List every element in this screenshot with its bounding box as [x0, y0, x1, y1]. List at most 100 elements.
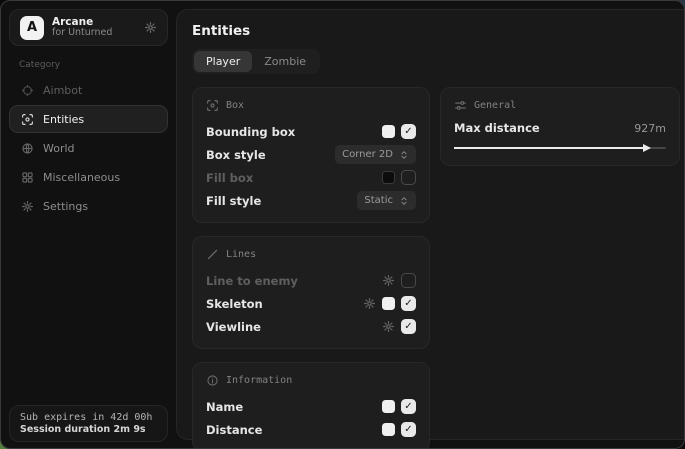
setting-label: Fill style: [206, 194, 261, 208]
checkbox[interactable]: [401, 170, 416, 185]
selected-value: Static: [364, 195, 393, 206]
setting-label: Line to enemy: [206, 274, 298, 288]
checkbox[interactable]: ✓: [401, 319, 416, 334]
information-section-header: Information: [206, 374, 416, 387]
tab-player[interactable]: Player: [194, 51, 252, 72]
app-logo: A: [20, 16, 44, 40]
scan-icon: [21, 113, 34, 126]
check-icon: ✓: [404, 299, 412, 309]
gear-icon[interactable]: [382, 274, 395, 287]
row-controls: [382, 273, 416, 288]
app-subtitle: for Unturned: [52, 28, 136, 39]
tab-zombie[interactable]: Zombie: [252, 51, 318, 72]
setting-row-max-distance: Max distance 927m: [454, 121, 666, 135]
gear-icon: [21, 200, 34, 213]
check-icon: ✓: [404, 322, 412, 332]
checkbox[interactable]: ✓: [401, 422, 416, 437]
category-label: Category: [19, 60, 168, 70]
sidebar-item-aimbot[interactable]: Aimbot: [9, 76, 168, 104]
grid-icon: [21, 171, 34, 184]
fill-style-select[interactable]: Static: [357, 191, 416, 210]
section-title: Lines: [226, 249, 256, 260]
line-icon: [206, 248, 219, 261]
sidebar-item-world[interactable]: World: [9, 134, 168, 162]
sidebar-item-label: Settings: [43, 200, 88, 213]
setting-row-fill-style: Fill style Static: [206, 190, 416, 211]
row-controls: ✓: [382, 422, 416, 437]
box-style-select[interactable]: Corner 2D: [335, 145, 416, 164]
section-title: Box: [226, 100, 244, 111]
color-swatch[interactable]: [382, 423, 395, 436]
information-section: Information Name ✓ Distance: [192, 362, 430, 449]
setting-label: Name: [206, 400, 243, 414]
setting-label: Distance: [206, 423, 262, 437]
box-icon: [206, 99, 219, 112]
setting-row-viewline: Viewline ✓: [206, 316, 416, 337]
gear-icon[interactable]: [144, 21, 157, 34]
row-controls: ✓: [382, 124, 416, 139]
sidebar-item-label: Aimbot: [43, 84, 82, 97]
sidebar-item-label: Miscellaneous: [43, 171, 120, 184]
main-panel: Entities Player Zombie Box Bounding box: [176, 9, 685, 440]
checkbox[interactable]: ✓: [401, 124, 416, 139]
setting-row-skeleton: Skeleton ✓: [206, 293, 416, 314]
setting-row-name: Name ✓: [206, 396, 416, 417]
max-distance-slider[interactable]: [454, 142, 666, 154]
setting-label: Max distance: [454, 121, 540, 135]
row-controls: Static: [357, 191, 416, 210]
brand-card: A Arcane for Unturned: [9, 9, 168, 46]
checkbox[interactable]: ✓: [401, 399, 416, 414]
chevrons-up-down-icon: [399, 150, 409, 160]
setting-label: Box style: [206, 148, 266, 162]
entity-tabs: Player Zombie: [192, 49, 320, 74]
row-controls: ✓: [363, 296, 416, 311]
sidebar-item-label: Entities: [43, 113, 84, 126]
color-swatch[interactable]: [382, 297, 395, 310]
row-controls: Corner 2D: [335, 145, 416, 164]
setting-label: Skeleton: [206, 297, 263, 311]
brand-text: Arcane for Unturned: [52, 16, 136, 39]
app-window: A Arcane for Unturned Category Aimbot En…: [0, 0, 685, 449]
box-section-header: Box: [206, 99, 416, 112]
check-icon: ✓: [404, 127, 412, 137]
max-distance-value: 927m: [634, 122, 666, 135]
gear-icon[interactable]: [382, 320, 395, 333]
setting-row-bounding-box: Bounding box ✓: [206, 121, 416, 142]
color-swatch[interactable]: [382, 400, 395, 413]
color-swatch[interactable]: [382, 171, 395, 184]
general-section-header: General: [454, 99, 666, 112]
box-section: Box Bounding box ✓ Box style: [192, 87, 430, 223]
sidebar-item-entities[interactable]: Entities: [9, 105, 168, 133]
check-icon: ✓: [404, 402, 412, 412]
content-columns: Box Bounding box ✓ Box style: [192, 87, 680, 449]
gear-icon[interactable]: [363, 297, 376, 310]
sidebar-item-settings[interactable]: Settings: [9, 192, 168, 220]
setting-label: Bounding box: [206, 125, 295, 139]
checkbox[interactable]: ✓: [401, 296, 416, 311]
sidebar-item-miscellaneous[interactable]: Miscellaneous: [9, 163, 168, 191]
selected-value: Corner 2D: [342, 149, 393, 160]
row-controls: [382, 170, 416, 185]
globe-icon: [21, 142, 34, 155]
info-icon: [206, 374, 219, 387]
setting-row-fill-box: Fill box: [206, 167, 416, 188]
setting-row-line-to-enemy: Line to enemy: [206, 270, 416, 291]
sidebar-item-label: World: [43, 142, 75, 155]
setting-label: Viewline: [206, 320, 261, 334]
lines-section: Lines Line to enemy Skeleton: [192, 236, 430, 349]
crosshair-icon: [21, 84, 34, 97]
left-column: Box Bounding box ✓ Box style: [192, 87, 430, 449]
check-icon: ✓: [404, 425, 412, 435]
row-controls: ✓: [382, 399, 416, 414]
slider-fill[interactable]: [454, 147, 649, 149]
color-swatch[interactable]: [382, 125, 395, 138]
setting-label: Fill box: [206, 171, 253, 185]
chevrons-up-down-icon: [399, 196, 409, 206]
setting-row-box-style: Box style Corner 2D: [206, 144, 416, 165]
general-section: General Max distance 927m: [440, 87, 680, 166]
session-duration-text: Session duration 2m 9s: [20, 424, 157, 435]
section-title: Information: [226, 375, 292, 386]
checkbox[interactable]: [401, 273, 416, 288]
setting-row-distance: Distance ✓: [206, 419, 416, 440]
lines-section-header: Lines: [206, 248, 416, 261]
